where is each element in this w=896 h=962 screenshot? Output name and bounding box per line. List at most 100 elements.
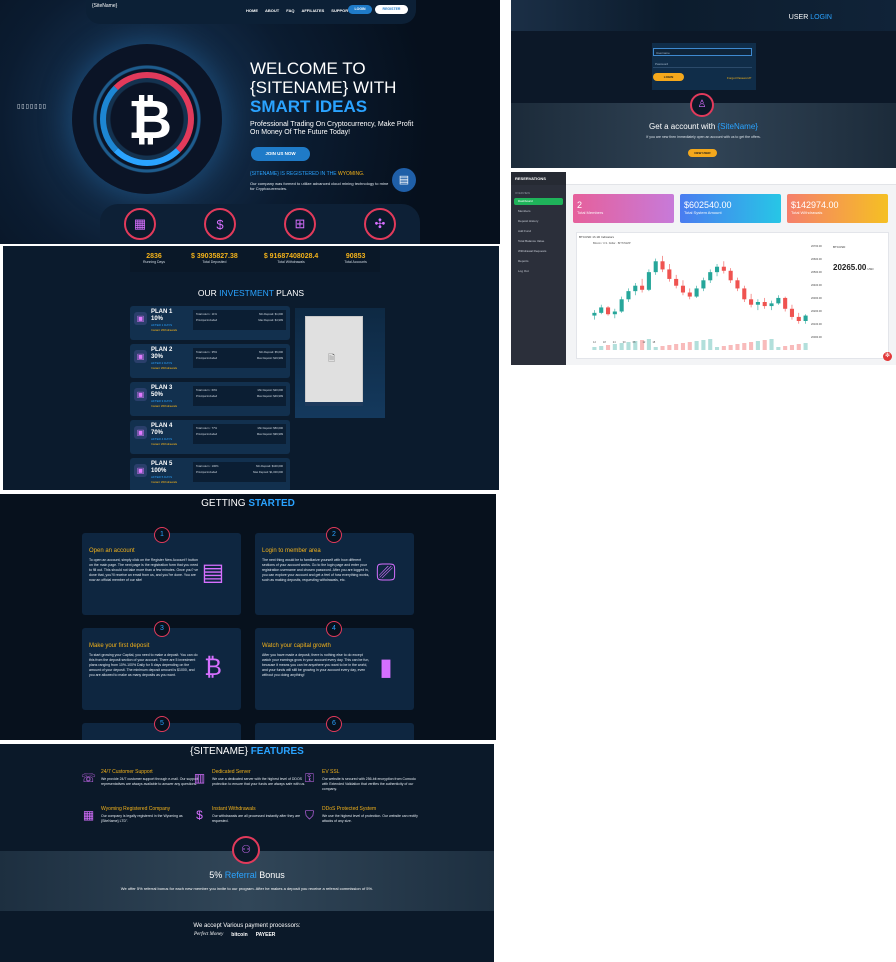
candle — [762, 297, 767, 309]
stat-value: $ 91687408028.4 — [263, 253, 319, 260]
volume-bar — [694, 341, 699, 350]
y-tick-label: 20500.00 — [811, 271, 822, 274]
new-user-button[interactable]: NEW USER — [688, 149, 717, 157]
plan-card[interactable]: ▣ PLAN 2 30% AFTER 2 DAYS Instant Withdrawal… — [130, 344, 290, 378]
feature-title: Wyoming Registered Company — [101, 806, 171, 812]
candlestick-plot[interactable] — [591, 245, 809, 350]
forgot-password-link[interactable]: Forgot Password? — [727, 76, 751, 80]
candle — [783, 296, 788, 312]
plan-details: Total return : 60% Min Deposit: $20,000 Pr… — [193, 386, 286, 406]
candle — [694, 285, 699, 298]
chart-toolbar-items[interactable]: 1h 1D Indicators — [592, 235, 614, 239]
plans-section: 2836 Running Days $ 39035827.38 Total Depo… — [3, 246, 499, 490]
plan-icon: ▣ — [134, 388, 147, 401]
nav-home[interactable]: HOME — [246, 8, 258, 13]
settings-icon[interactable]: ✻ — [883, 352, 892, 361]
join-button[interactable]: JOIN US NOW — [251, 147, 310, 161]
step-title: Login to member area — [262, 548, 321, 554]
dashboard-brand[interactable]: RESERVATIONS — [511, 172, 566, 185]
bitcoin-icon: ₿ — [128, 88, 173, 151]
candle-body — [626, 291, 631, 300]
plan-percent: 50% — [151, 392, 164, 398]
plan-details: Total return : 35% Min Deposit: $5,000 Pri… — [193, 348, 286, 368]
register-button[interactable]: REGISTER — [375, 5, 408, 14]
document-icon: 🗎 — [328, 353, 336, 363]
volume-bar — [749, 342, 754, 350]
x-tick-label: 18 — [652, 341, 656, 344]
stat-total-deposited: $ 39035827.38 Total Deposited — [191, 246, 238, 272]
candle — [592, 310, 597, 320]
plan-icon: ▣ — [134, 350, 147, 363]
candle — [701, 277, 706, 292]
candle — [599, 304, 604, 315]
server-icon: ▥ — [193, 771, 206, 785]
plan-details: Total return : 77% Min Deposit: $50,000 Pr… — [193, 424, 286, 444]
stat-value: 2836 — [146, 253, 162, 260]
candle — [687, 288, 692, 300]
plan-withdrawal: Instant Withdrawals — [151, 404, 178, 408]
username-field[interactable]: Username — [653, 48, 752, 56]
login-button[interactable]: LOGIN — [348, 5, 372, 14]
nav-faq[interactable]: FAQ — [286, 8, 294, 13]
features-heading-accent: FEATURES — [250, 746, 304, 757]
candle-body — [735, 280, 740, 289]
getting-started-section: GETTING STARTED Open an account To open … — [0, 494, 496, 740]
certificate-icon[interactable]: ▤ — [392, 168, 416, 192]
sidebar-item-balance[interactable]: Total Balance Value — [514, 238, 563, 245]
price-chart-widget[interactable]: BTCUSD 1h 1D Indicators Bitcoin / U.S. D… — [576, 232, 889, 359]
volume-bar — [687, 342, 692, 350]
chart-toolbar[interactable]: BTCUSD 1h 1D Indicators — [579, 235, 614, 239]
plan-icon: ▣ — [134, 426, 147, 439]
registered-prefix: {SITENAME} IS REGISTERED IN THE — [250, 171, 338, 177]
volume-bar — [762, 340, 767, 350]
plan-card[interactable]: ▣ PLAN 4 70% AFTER 4 DAYS Instant Withdrawal… — [130, 420, 290, 454]
sidebar-item-deposit-history[interactable]: Deposit History — [514, 218, 563, 225]
laptop-lock-icon: ⎚ — [376, 559, 396, 586]
plan-days: AFTER 5 DAYS — [151, 475, 173, 479]
sidebar-item-dashboard[interactable]: Dashboard — [514, 198, 563, 205]
stat-total-accounts: 90853 Total Accounts — [344, 246, 367, 272]
candle-body — [728, 270, 733, 281]
x-tick-label: 30 — [622, 341, 626, 344]
y-tick-label: 20700.00 — [811, 245, 822, 248]
sidebar-item-logout[interactable]: Log Out — [514, 268, 563, 275]
y-tick-label: 20100.00 — [811, 323, 822, 326]
sidebar-item-withdrawals[interactable]: Withdrawal Requests — [514, 248, 563, 255]
plan-max-deposit: Max Deposit: $1,000,000 — [253, 471, 283, 474]
sidebar-item-add-fund[interactable]: Add Fund — [514, 228, 563, 235]
nav-about[interactable]: ABOUT — [265, 8, 279, 13]
registered-note: {SITENAME} IS REGISTERED IN THE WYOMING. — [250, 171, 364, 177]
plan-card[interactable]: ▣ PLAN 5 100% AFTER 5 DAYS Instant Withdrawa… — [130, 458, 290, 490]
volume-bar — [714, 347, 720, 350]
candle-body — [755, 302, 760, 305]
feature-text: Our website is secured with 256-bit encr… — [322, 777, 416, 791]
sidebar-item-reports[interactable]: Reports — [514, 258, 563, 265]
nav-affiliates[interactable]: AFFILIATES — [301, 8, 324, 13]
plan-withdrawal: Instant Withdrawals — [151, 442, 178, 446]
network-icon: ✣ — [364, 208, 396, 240]
hero-description: Our company was formed to utilize advanc… — [250, 181, 389, 191]
step-text: To start growing your Capital, you need … — [89, 653, 198, 677]
step-text: The next thing would be to familiarize y… — [262, 558, 370, 582]
candle — [755, 299, 760, 311]
hero-title: WELCOME TO {SITENAME} WITH SMART IDEAS — [250, 59, 396, 116]
candle-body — [667, 269, 672, 279]
y-tick-label: 20300.00 — [811, 297, 822, 300]
sidebar-item-members[interactable]: Members — [514, 208, 563, 215]
login-submit-button[interactable]: LOGIN — [653, 73, 684, 81]
candle — [789, 304, 795, 320]
plan-card[interactable]: ▣ PLAN 1 10% AFTER 1 DAYS Instant Withdrawal… — [130, 306, 290, 340]
user-login-page: USER LOGIN Username Password LOGIN Forgo… — [511, 0, 896, 168]
plan-principal: Principal included — [196, 319, 218, 322]
volume-bar — [653, 347, 658, 350]
plan-card[interactable]: ▣ PLAN 3 50% AFTER 3 DAYS Instant Withdrawal… — [130, 382, 290, 416]
chart-symbol[interactable]: BTCUSD — [579, 235, 591, 239]
payments-title: We accept Various payment processors: — [193, 923, 301, 929]
plan-name-block: PLAN 1 10% — [151, 309, 172, 323]
candle-body — [776, 297, 781, 304]
volume-bar — [619, 343, 624, 350]
site-logo[interactable]: {SiteName} — [92, 3, 117, 9]
password-field[interactable]: Password — [653, 61, 752, 68]
candle — [660, 255, 665, 273]
candle — [714, 264, 720, 277]
